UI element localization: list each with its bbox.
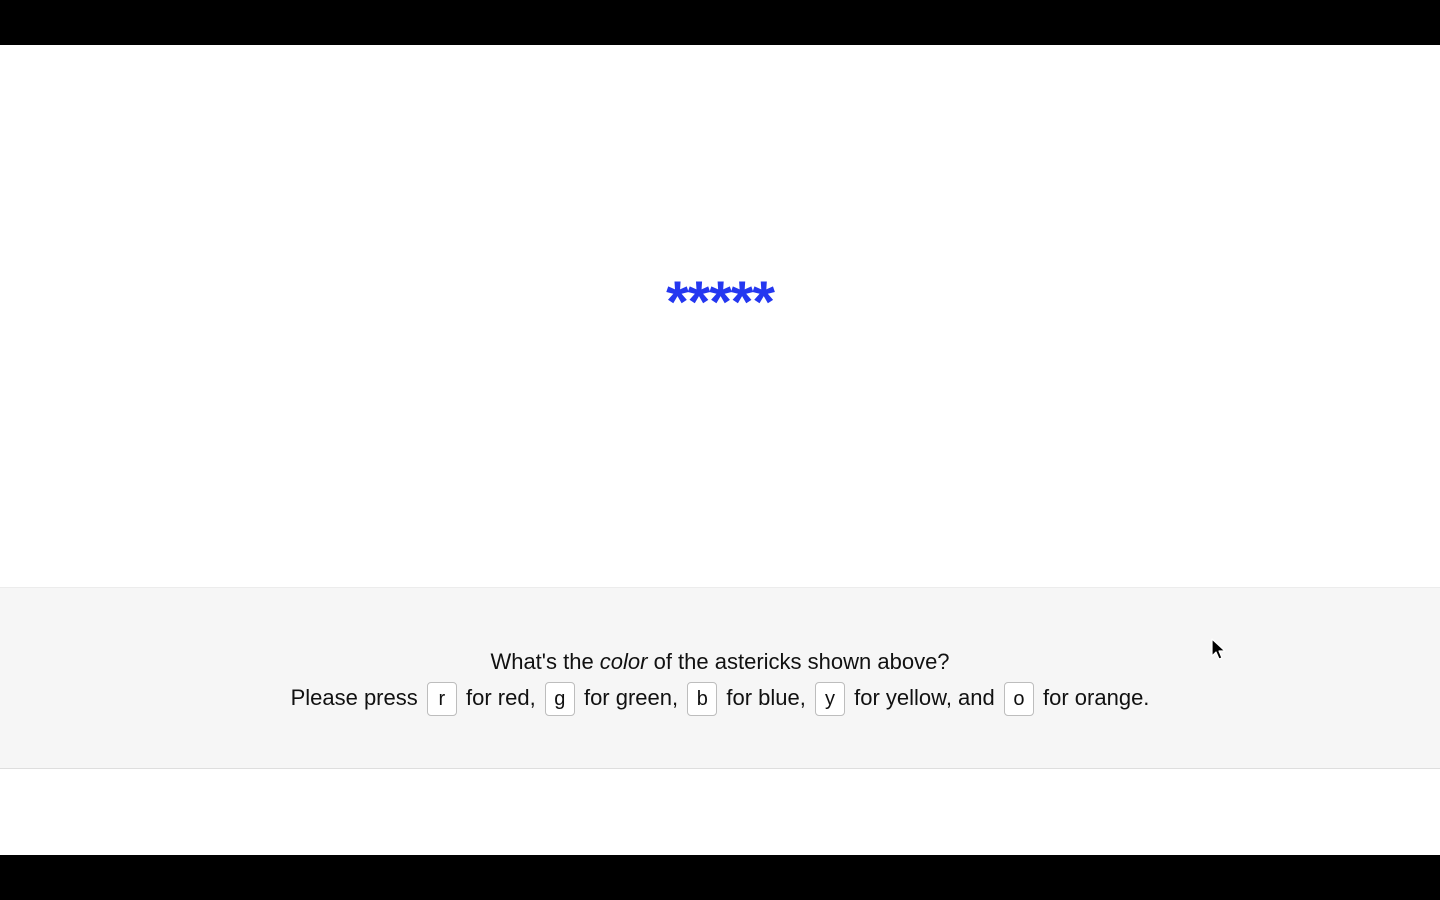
key-y-label: for yellow, and: [854, 685, 995, 710]
key-g[interactable]: g: [544, 682, 575, 717]
key-g-label: for green,: [583, 685, 679, 710]
key-b-label: for blue,: [726, 685, 806, 710]
key-o[interactable]: o: [1003, 682, 1034, 717]
mouse-pointer-icon: [1211, 638, 1226, 660]
stimulus-area: *****: [0, 45, 1440, 587]
question-suffix: of the astericks shown above?: [647, 649, 950, 674]
key-o-label: for orange.: [1043, 685, 1150, 710]
letterbox-bottom: [0, 855, 1440, 900]
experiment-screen: ***** What's the color of the astericks …: [0, 45, 1440, 855]
response-instructions: Please press r for red, g for green, b f…: [0, 679, 1440, 717]
stimulus-asterisks: *****: [666, 270, 775, 335]
key-y[interactable]: y: [815, 682, 845, 717]
key-r-label: for red,: [466, 685, 536, 710]
question-prefix: What's the: [490, 649, 600, 674]
letterbox-top: [0, 0, 1440, 45]
instruction-panel: What's the color of the astericks shown …: [0, 587, 1440, 769]
press-prefix: Please press: [290, 685, 418, 710]
key-r[interactable]: r: [426, 682, 457, 717]
question-emphasis: color: [599, 649, 648, 674]
key-b[interactable]: b: [687, 682, 718, 717]
